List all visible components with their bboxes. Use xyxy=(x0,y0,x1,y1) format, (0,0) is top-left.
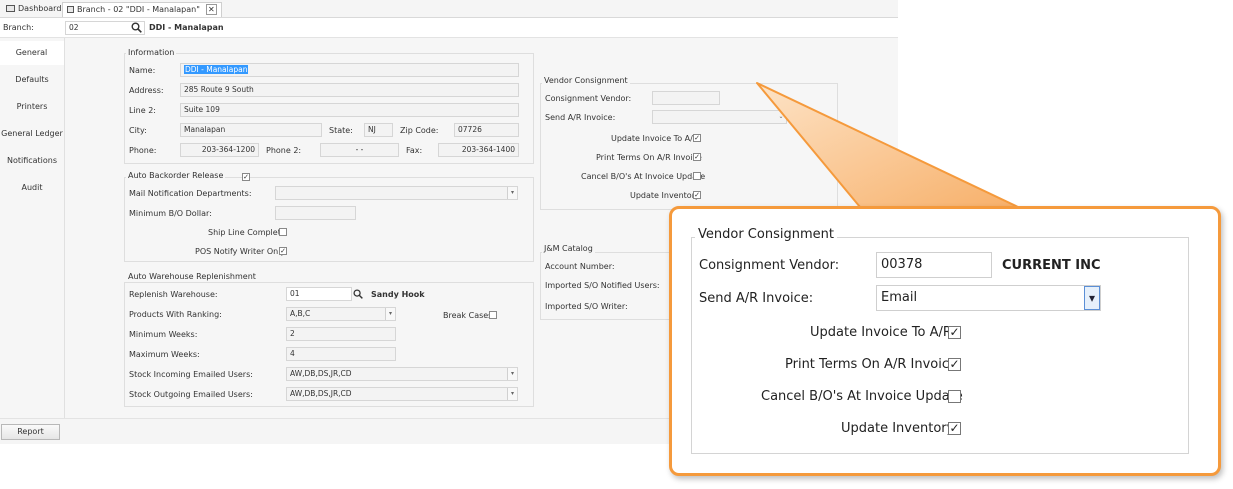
zoom-update-inventory-checkbox[interactable]: ✓ xyxy=(948,422,961,435)
zoom-print-terms-checkbox[interactable]: ✓ xyxy=(948,358,961,371)
zoom-cancel-bo-checkbox[interactable] xyxy=(948,390,961,403)
zoom-update-invoice-label: Update Invoice To A/R xyxy=(810,325,952,340)
zoom-update-inventory-label: Update Inventory xyxy=(841,421,955,436)
zoom-vendor-name: CURRENT INC xyxy=(1002,258,1101,273)
zoom-update-invoice-checkbox[interactable]: ✓ xyxy=(948,326,961,339)
zoom-send-invoice-select[interactable]: Email ▾ xyxy=(876,285,1101,311)
zoom-panel: Vendor Consignment Consignment Vendor: 0… xyxy=(669,206,1221,476)
zoom-cancel-bo-label: Cancel B/O's At Invoice Update xyxy=(761,389,963,404)
zoom-vendor-label: Consignment Vendor: xyxy=(699,258,840,273)
zoom-print-terms-label: Print Terms On A/R Invoice xyxy=(785,357,957,372)
chevron-down-icon[interactable]: ▾ xyxy=(1084,286,1100,310)
zoom-send-invoice-label: Send A/R Invoice: xyxy=(699,291,814,306)
zoom-vendor-input[interactable]: 00378 xyxy=(876,252,992,278)
zoom-vendor-title: Vendor Consignment xyxy=(695,227,837,242)
